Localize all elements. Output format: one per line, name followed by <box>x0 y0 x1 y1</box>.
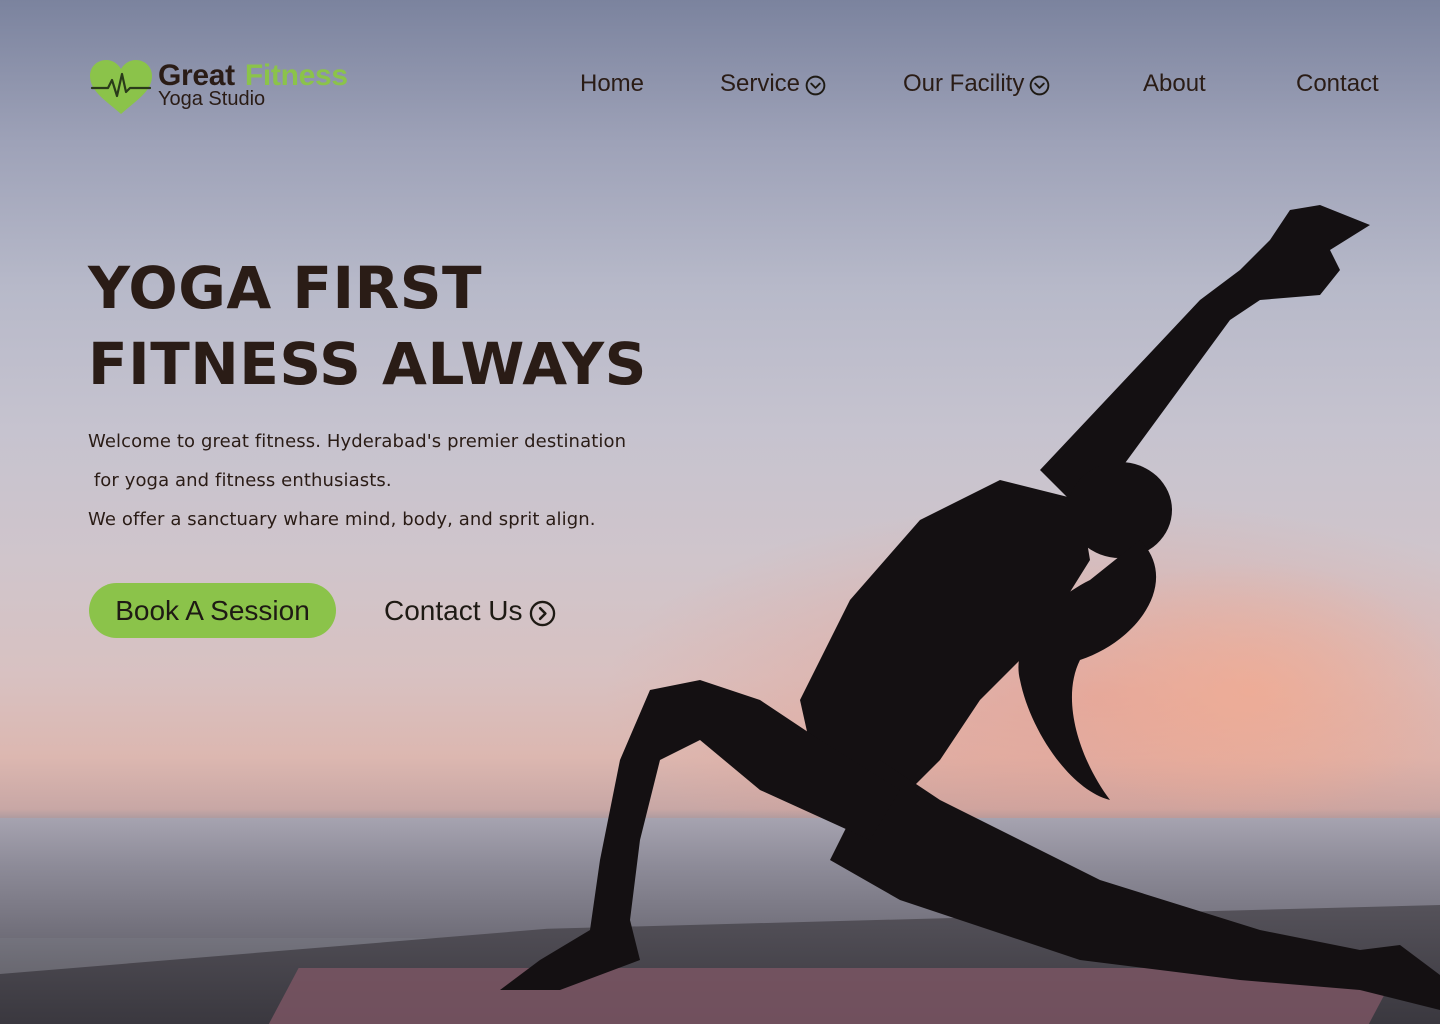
nav-service-label: Service <box>720 70 801 97</box>
brand-tagline: Yoga Studio <box>158 88 266 110</box>
chevron-right-circle-icon <box>529 600 555 626</box>
chevron-down-circle-icon <box>805 75 826 96</box>
nav-contact[interactable]: Contact <box>1296 70 1379 98</box>
nav-our-facility-label: Our Facility <box>903 70 1025 97</box>
hero-desc-line1: Welcome to great fitness. Hyderabad's pr… <box>88 431 627 452</box>
nav-home[interactable]: Home <box>580 70 644 98</box>
nav-service[interactable]: Service <box>720 70 826 98</box>
nav-contact-label: Contact <box>1296 70 1379 97</box>
contact-us-link[interactable]: Contact Us <box>384 588 556 634</box>
hero-title: YOGA FIRST FITNESS ALWAYS <box>88 250 647 402</box>
hero-desc-line2: for yoga and fitness enthusiasts. <box>88 470 392 491</box>
hero-title-line2: FITNESS ALWAYS <box>88 330 647 398</box>
chevron-down-circle-icon <box>1030 75 1050 96</box>
hero-title-line1: YOGA FIRST <box>88 254 483 322</box>
nav-about-label: About <box>1143 70 1206 97</box>
nav-home-label: Home <box>580 70 645 97</box>
heart-pulse-icon <box>90 60 152 114</box>
book-session-button[interactable]: Book A Session <box>89 583 336 638</box>
contact-us-label: Contact Us <box>384 595 523 626</box>
brand-logo[interactable]: Great Fitness Yoga Studio <box>88 58 388 118</box>
hero-desc-line3: We offer a sanctuary whare mind, body, a… <box>88 509 596 530</box>
hero-description: Welcome to great fitness. Hyderabad's pr… <box>88 422 626 539</box>
nav-our-facility[interactable]: Our Facility <box>903 70 1050 98</box>
nav-about[interactable]: About <box>1143 70 1206 98</box>
